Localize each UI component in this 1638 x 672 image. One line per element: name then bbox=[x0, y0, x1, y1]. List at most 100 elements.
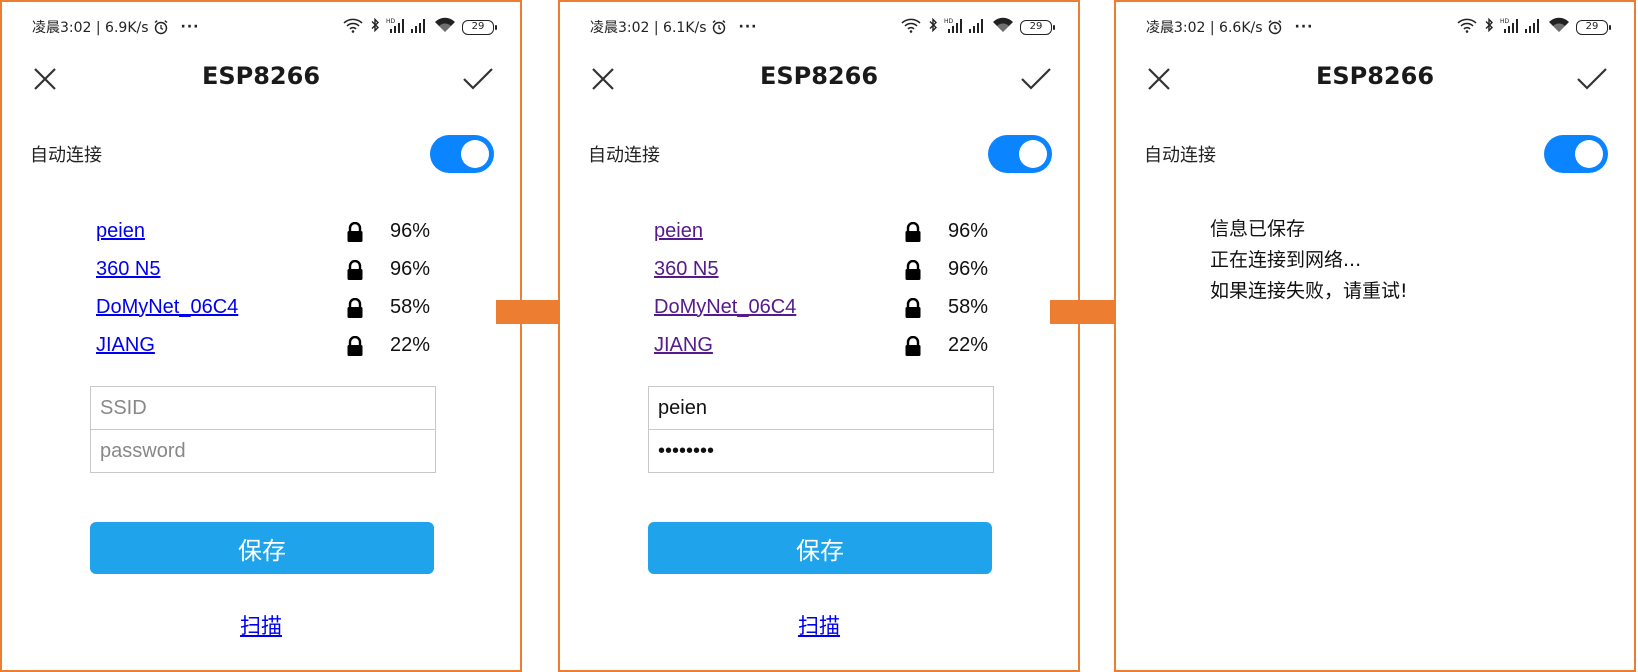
save-button[interactable]: 保存 bbox=[648, 522, 992, 574]
ssid-input[interactable] bbox=[90, 386, 436, 430]
bluetooth-icon bbox=[370, 17, 380, 37]
network-ssid-link[interactable]: peien bbox=[96, 220, 145, 243]
auto-connect-row: 自动连接 bbox=[588, 134, 1052, 174]
network-row: DoMyNet_06C4 58% bbox=[654, 288, 994, 326]
hotspot-icon bbox=[342, 17, 364, 37]
status-message: 信息已保存 正在连接到网络... 如果连接失败，请重试! bbox=[1210, 214, 1408, 307]
top-nav: ESP8266 bbox=[1116, 58, 1634, 98]
auto-connect-label: 自动连接 bbox=[1144, 145, 1216, 166]
checkmark-icon[interactable] bbox=[462, 66, 494, 92]
network-ssid-link[interactable]: 360 N5 bbox=[96, 258, 161, 281]
scan-link-row: 扫描 bbox=[2, 610, 520, 640]
status-time-speed: 凌晨3:02 | 6.1K/s bbox=[590, 20, 707, 36]
message-line: 如果连接失败，请重试! bbox=[1210, 280, 1408, 302]
top-nav: ESP8266 bbox=[560, 58, 1078, 98]
network-row: peien 96% bbox=[96, 212, 436, 250]
network-quality: 96% bbox=[948, 219, 989, 242]
auto-connect-label: 自动连接 bbox=[588, 145, 660, 166]
network-list: peien 96% 360 N5 96% DoMyNet_06C4 58% JI… bbox=[654, 212, 994, 364]
hotspot-icon bbox=[1456, 17, 1478, 37]
toggle-knob bbox=[1575, 140, 1603, 168]
more-notifications-icon: ··· bbox=[180, 19, 200, 35]
scan-link[interactable]: 扫描 bbox=[798, 614, 840, 638]
network-list: peien 96% 360 N5 96% DoMyNet_06C4 58% JI… bbox=[96, 212, 436, 364]
lock-icon bbox=[346, 221, 364, 242]
alarm-icon bbox=[1267, 19, 1283, 35]
toggle-knob bbox=[461, 140, 489, 168]
network-row: 360 N5 96% bbox=[96, 250, 436, 288]
network-quality: 96% bbox=[390, 219, 431, 242]
svg-text:HD: HD bbox=[386, 18, 396, 25]
network-ssid-link[interactable]: peien bbox=[654, 220, 703, 243]
network-row: DoMyNet_06C4 58% bbox=[96, 288, 436, 326]
top-nav: ESP8266 bbox=[2, 58, 520, 98]
message-line: 正在连接到网络... bbox=[1210, 249, 1362, 271]
network-ssid-link[interactable]: DoMyNet_06C4 bbox=[96, 296, 238, 319]
lock-icon bbox=[904, 259, 922, 280]
network-ssid-link[interactable]: 360 N5 bbox=[654, 258, 719, 281]
auto-connect-toggle[interactable] bbox=[1544, 135, 1608, 173]
save-button[interactable]: 保存 bbox=[90, 522, 434, 574]
network-quality: 22% bbox=[948, 333, 989, 356]
password-input[interactable] bbox=[648, 429, 994, 473]
hd-signal-icon: HD bbox=[1500, 17, 1518, 37]
status-bar: 凌晨3:02 | 6.9K/s ··· HD 29 bbox=[32, 16, 497, 38]
lock-icon bbox=[904, 297, 922, 318]
network-ssid-link[interactable]: JIANG bbox=[96, 334, 155, 357]
hd-signal-icon: HD bbox=[386, 17, 404, 37]
network-quality: 96% bbox=[948, 257, 989, 280]
phone-screen-1: 凌晨3:02 | 6.9K/s ··· HD 29 ESP8266 自动连接 p… bbox=[0, 0, 522, 672]
checkmark-icon[interactable] bbox=[1020, 66, 1052, 92]
signal-icon bbox=[968, 17, 986, 37]
auto-connect-label: 自动连接 bbox=[30, 145, 102, 166]
scan-link[interactable]: 扫描 bbox=[240, 614, 282, 638]
hd-signal-icon: HD bbox=[944, 17, 962, 37]
network-row: JIANG 22% bbox=[654, 326, 994, 364]
phone-screen-2: 凌晨3:02 | 6.1K/s ··· HD 29 ESP8266 自动连接 p… bbox=[558, 0, 1080, 672]
checkmark-icon[interactable] bbox=[1576, 66, 1608, 92]
network-row: 360 N5 96% bbox=[654, 250, 994, 288]
message-line: 信息已保存 bbox=[1210, 218, 1306, 240]
lock-icon bbox=[904, 221, 922, 242]
network-ssid-link[interactable]: DoMyNet_06C4 bbox=[654, 296, 796, 319]
hotspot-icon bbox=[900, 17, 922, 37]
signal-icon bbox=[410, 17, 428, 37]
network-quality: 58% bbox=[390, 295, 431, 318]
bluetooth-icon bbox=[928, 17, 938, 37]
scan-link-row: 扫描 bbox=[560, 610, 1078, 640]
auto-connect-row: 自动连接 bbox=[30, 134, 494, 174]
status-time-speed: 凌晨3:02 | 6.9K/s bbox=[32, 20, 149, 36]
svg-text:HD: HD bbox=[1500, 18, 1510, 25]
network-row: peien 96% bbox=[654, 212, 994, 250]
lock-icon bbox=[346, 335, 364, 356]
lock-icon bbox=[346, 297, 364, 318]
battery-icon: 29 bbox=[1020, 19, 1055, 35]
wifi-icon bbox=[992, 17, 1014, 37]
wifi-icon bbox=[434, 17, 456, 37]
lock-icon bbox=[346, 259, 364, 280]
network-ssid-link[interactable]: JIANG bbox=[654, 334, 713, 357]
toggle-knob bbox=[1019, 140, 1047, 168]
alarm-icon bbox=[153, 19, 169, 35]
network-quality: 96% bbox=[390, 257, 431, 280]
lock-icon bbox=[904, 335, 922, 356]
signal-icon bbox=[1524, 17, 1542, 37]
network-quality: 58% bbox=[948, 295, 989, 318]
more-notifications-icon: ··· bbox=[1294, 19, 1314, 35]
auto-connect-toggle[interactable] bbox=[430, 135, 494, 173]
page-title: ESP8266 bbox=[201, 62, 321, 90]
auto-connect-row: 自动连接 bbox=[1144, 134, 1608, 174]
battery-icon: 29 bbox=[462, 19, 497, 35]
credentials-form bbox=[648, 386, 994, 473]
ssid-input[interactable] bbox=[648, 386, 994, 430]
password-input[interactable] bbox=[90, 429, 436, 473]
wifi-icon bbox=[1548, 17, 1570, 37]
status-bar: 凌晨3:02 | 6.1K/s ··· HD 29 bbox=[590, 16, 1055, 38]
alarm-icon bbox=[711, 19, 727, 35]
page-title: ESP8266 bbox=[759, 62, 879, 90]
phone-screen-3: 凌晨3:02 | 6.6K/s ··· HD 29 ESP8266 自动连接 信… bbox=[1114, 0, 1636, 672]
battery-icon: 29 bbox=[1576, 19, 1611, 35]
auto-connect-toggle[interactable] bbox=[988, 135, 1052, 173]
more-notifications-icon: ··· bbox=[738, 19, 758, 35]
status-bar: 凌晨3:02 | 6.6K/s ··· HD 29 bbox=[1146, 16, 1611, 38]
